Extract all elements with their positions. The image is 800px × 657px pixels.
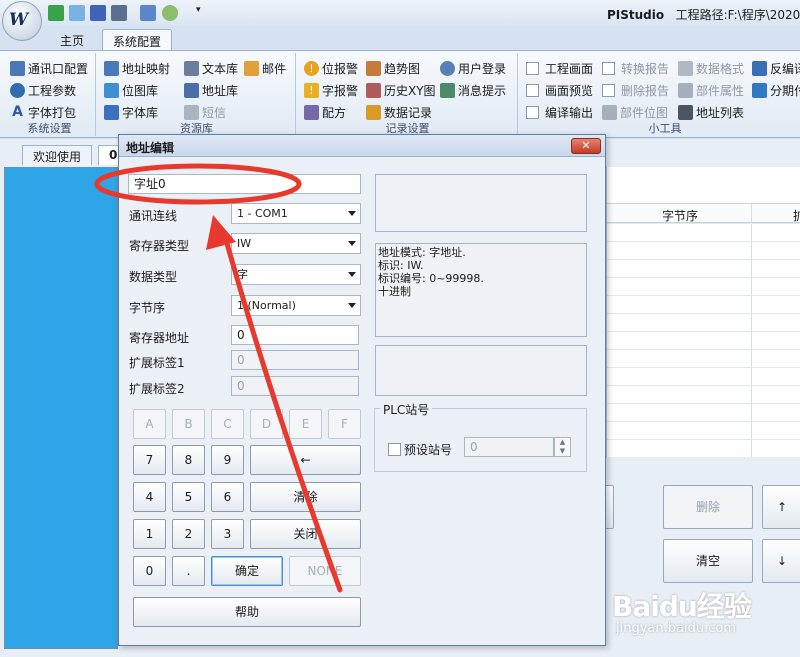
key-9[interactable]: 9	[211, 445, 244, 475]
help-button[interactable]: 帮助	[133, 597, 361, 627]
ext1-input[interactable]: 0	[231, 350, 359, 370]
checkbox	[388, 442, 401, 456]
dialog-content: 字址0 通讯连线 1 - COM1 寄存器类型 IW 数据类型 字 字节序 1 …	[0, 0, 800, 657]
key-a[interactable]: A	[133, 409, 166, 439]
chevron-down-icon	[348, 272, 356, 277]
clear-button[interactable]: 清除	[250, 482, 361, 512]
key-7[interactable]: 7	[133, 445, 166, 475]
none-button[interactable]: NONE	[289, 556, 361, 586]
info-line: 地址模式: 字地址.	[378, 246, 466, 259]
key-6[interactable]: 6	[211, 482, 244, 512]
key-0[interactable]: 0	[133, 556, 166, 586]
plc-station-legend: PLC站号	[380, 401, 433, 418]
watermark-url: jingyan.baidu.com	[616, 621, 736, 636]
empty-pane	[375, 345, 587, 396]
close-button[interactable]: 关闭	[250, 519, 361, 549]
preset-station-checkbox[interactable]: 预设站号	[388, 439, 452, 459]
info-line: 十进制	[378, 285, 411, 298]
watermark-brand: Baidu经验	[612, 590, 752, 623]
byte-order-label: 字节序	[129, 301, 166, 315]
ext2-label: 扩展标签2	[129, 382, 185, 396]
baidu-watermark: Baidu经验 jingyan.baidu.com	[612, 585, 752, 636]
key-e[interactable]: E	[289, 409, 322, 439]
reg-addr-input[interactable]: 0	[231, 325, 359, 345]
backspace-button[interactable]: ←	[250, 445, 361, 475]
key-c[interactable]: C	[211, 409, 244, 439]
comm-label: 通讯连线	[129, 209, 178, 223]
key-b[interactable]: B	[172, 409, 205, 439]
preview-pane	[375, 174, 587, 232]
data-type-label: 数据类型	[129, 270, 178, 284]
key-8[interactable]: 8	[172, 445, 205, 475]
key-2[interactable]: 2	[172, 519, 205, 549]
info-line: 标识: IW.	[378, 259, 424, 272]
ext2-input[interactable]: 0	[231, 376, 359, 396]
byte-order-select[interactable]: 1 (Normal)	[231, 295, 361, 316]
reg-type-label: 寄存器类型	[129, 239, 190, 253]
key-f[interactable]: F	[328, 409, 361, 439]
key-dot[interactable]: .	[172, 556, 205, 586]
reg-type-select[interactable]: IW	[231, 233, 361, 254]
key-1[interactable]: 1	[133, 519, 166, 549]
key-4[interactable]: 4	[133, 482, 166, 512]
data-type-select[interactable]: 字	[231, 264, 361, 285]
chevron-down-icon	[348, 303, 356, 308]
info-line: 标识编号: 0~99998.	[378, 272, 484, 285]
address-info-pane: 地址模式: 字地址. 标识: IW. 标识编号: 0~99998. 十进制	[375, 243, 587, 337]
key-3[interactable]: 3	[211, 519, 244, 549]
spin-down-icon: ▼	[559, 447, 566, 455]
ext1-label: 扩展标签1	[129, 356, 185, 370]
reg-addr-label: 寄存器地址	[129, 331, 190, 345]
ok-button[interactable]: 确定	[211, 556, 283, 586]
spin-up-icon: ▲	[559, 438, 566, 446]
key-5[interactable]: 5	[172, 482, 205, 512]
station-spinner[interactable]: ▲ ▼	[554, 437, 571, 457]
key-d[interactable]: D	[250, 409, 283, 439]
station-number-input[interactable]: 0	[464, 437, 554, 457]
comm-select[interactable]: 1 - COM1	[231, 203, 361, 224]
chevron-down-icon	[348, 211, 356, 216]
address-text-field[interactable]: 字址0	[128, 174, 361, 194]
chevron-down-icon	[348, 241, 356, 246]
